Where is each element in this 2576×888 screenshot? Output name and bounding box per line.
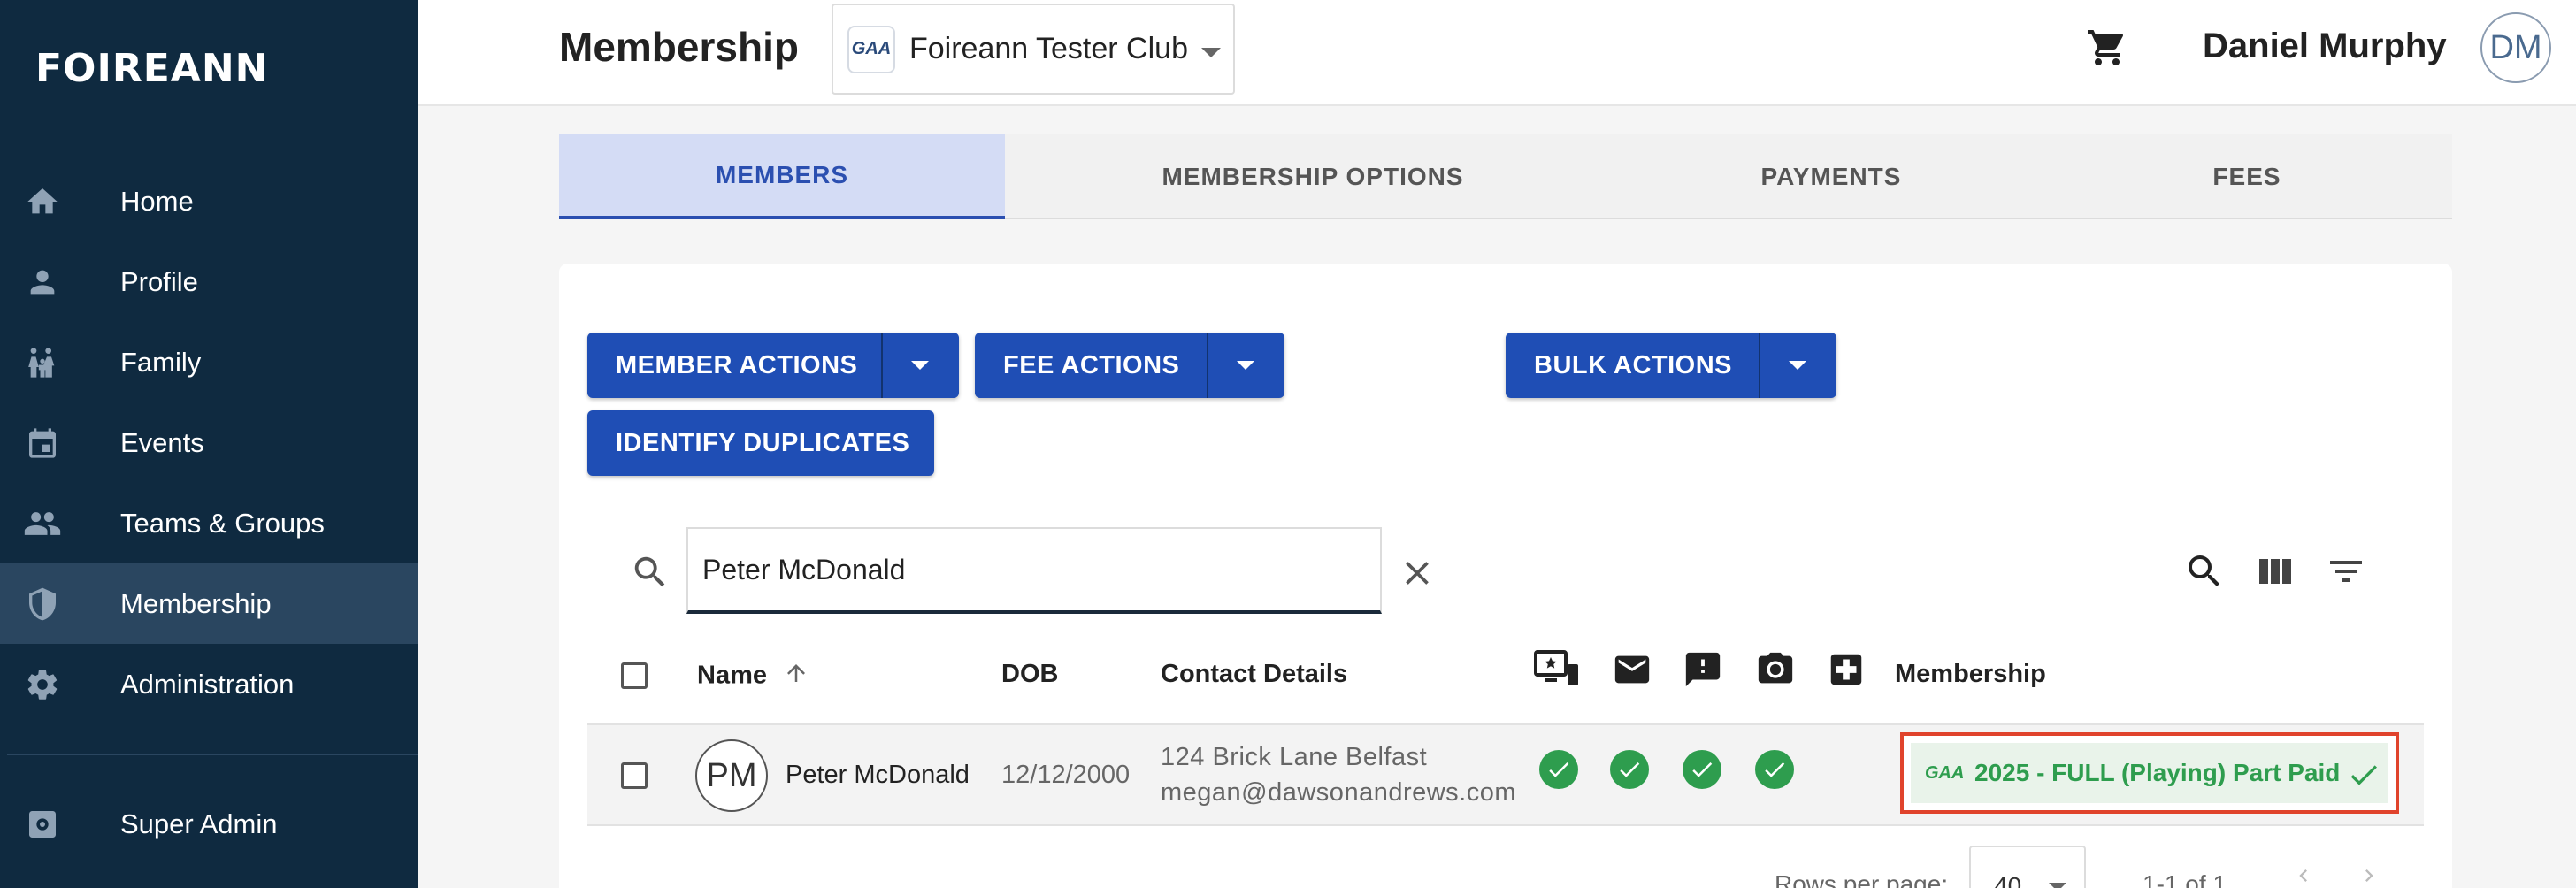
identify-duplicates-label: IDENTIFY DUPLICATES [616, 428, 910, 457]
check-circle-icon [1539, 750, 1578, 789]
button-separator [1759, 333, 1760, 398]
column-header-name[interactable]: Name [697, 660, 809, 693]
chevron-left-icon[interactable] [2291, 863, 2316, 888]
sidebar-item-label: Home [120, 185, 194, 217]
column-header-membership[interactable]: Membership [1895, 660, 2046, 689]
home-icon [23, 182, 62, 221]
sidebar-item-membership[interactable]: Membership [0, 563, 418, 644]
tab-payments[interactable]: PAYMENTS [1621, 134, 2042, 219]
top-bar: Membership GAA Foireann Tester Club Dani… [418, 0, 2576, 106]
button-separator [1207, 333, 1208, 398]
tab-fees[interactable]: FEES [2042, 134, 2452, 219]
fee-actions-label: FEE ACTIONS [1003, 350, 1180, 379]
cart-icon[interactable] [2086, 27, 2128, 73]
person-icon [23, 263, 62, 302]
sidebar-item-administration[interactable]: Administration [0, 644, 418, 724]
sidebar-item-profile[interactable]: Profile [0, 241, 418, 322]
gaa-logo-icon: GAA [1925, 762, 1965, 783]
rows-per-page-select[interactable]: 40 [1969, 846, 2086, 888]
sidebar-item-label: Profile [120, 265, 198, 297]
member-dob: 12/12/2000 [1001, 761, 1131, 789]
columns-icon[interactable] [2254, 550, 2296, 597]
sidebar-item-super-admin[interactable]: Super Admin [0, 784, 418, 864]
club-name: Foireann Tester Club [909, 32, 1188, 65]
sidebar-item-label: Super Admin [120, 808, 278, 839]
gear-icon [23, 665, 62, 704]
shield-icon [23, 585, 62, 624]
foireann-logo[interactable]: FOIREANN [35, 46, 268, 91]
bulk-actions-button[interactable]: BULK ACTIONS [1506, 333, 1836, 398]
member-address: 124 Brick Lane Belfast [1161, 743, 1428, 771]
chevron-down-icon[interactable] [1789, 361, 1806, 370]
email-icon [1612, 649, 1652, 694]
identify-duplicates-button[interactable]: IDENTIFY DUPLICATES [587, 410, 934, 476]
tab-members[interactable]: MEMBERS [559, 134, 1005, 219]
chevron-down-icon [2049, 883, 2066, 888]
sidebar-item-teams-groups[interactable]: Teams & Groups [0, 483, 418, 563]
user-name[interactable]: Daniel Murphy [2203, 27, 2447, 66]
membership-chip: GAA 2025 - FULL (Playing) Part Paid [1911, 743, 2388, 803]
chevron-right-icon[interactable] [2357, 863, 2381, 888]
sidebar-item-events[interactable]: Events [0, 402, 418, 483]
button-separator [881, 333, 883, 398]
online-services-icon [1534, 649, 1580, 694]
club-selector[interactable]: GAA Foireann Tester Club [832, 4, 1235, 95]
sort-ascending-icon[interactable] [783, 660, 809, 693]
check-icon [2346, 757, 2381, 797]
page-title: Membership [559, 24, 799, 70]
search-icon [630, 552, 671, 597]
sidebar-item-label: Membership [120, 587, 272, 619]
sidebar-item-family[interactable]: Family [0, 322, 418, 402]
fee-actions-button[interactable]: FEE ACTIONS [975, 333, 1284, 398]
chevron-down-icon [1201, 48, 1221, 57]
avatar[interactable]: DM [2480, 12, 2551, 83]
close-icon[interactable] [1398, 554, 1437, 597]
rows-per-page-value: 40 [1994, 872, 2022, 888]
feedback-icon [1683, 649, 1723, 694]
member-email: megan@dawsonandrews.com [1161, 778, 1517, 807]
membership-tabs: MEMBERS MEMBERSHIP OPTIONS PAYMENTS FEES [559, 134, 2452, 219]
column-header-label: Name [697, 661, 767, 690]
sidebar-item-label: Events [120, 426, 204, 458]
sidebar-item-label: Administration [120, 668, 295, 700]
sidebar-item-label: Family [120, 346, 202, 378]
chevron-down-icon[interactable] [911, 361, 929, 370]
bulk-actions-label: BULK ACTIONS [1534, 350, 1733, 379]
club-logo: GAA [847, 25, 895, 73]
column-header-contact[interactable]: Contact Details [1161, 660, 1347, 689]
member-name[interactable]: Peter McDonald [786, 761, 970, 790]
check-circle-icon [1610, 750, 1649, 789]
search-input[interactable]: Peter McDonald [686, 527, 1382, 614]
avatar: PM [695, 739, 768, 812]
sidebar-nav: Home Profile Family Events Teams & Group… [0, 161, 418, 724]
check-circle-icon [1755, 750, 1794, 789]
sidebar: FOIREANN Home Profile Family Events Team… [0, 0, 418, 888]
chevron-down-icon[interactable] [1237, 361, 1254, 370]
column-header-dob[interactable]: DOB [1001, 660, 1058, 689]
sidebar-divider [7, 754, 418, 755]
membership-status-text: 2025 - FULL (Playing) Part Paid [1974, 759, 2341, 786]
membership-status-badge[interactable]: GAA 2025 - FULL (Playing) Part Paid [1900, 732, 2399, 814]
rows-per-page-label: Rows per page: [1775, 870, 1949, 888]
pagination-range: 1-1 of 1 [2143, 870, 2227, 888]
row-checkbox[interactable] [621, 762, 648, 789]
check-circle-icon [1683, 750, 1721, 789]
member-actions-label: MEMBER ACTIONS [616, 350, 858, 379]
admin-gear-icon [23, 805, 62, 844]
search-toolbar-icon[interactable] [2183, 550, 2226, 597]
calendar-icon [23, 424, 62, 463]
member-actions-button[interactable]: MEMBER ACTIONS [587, 333, 959, 398]
family-icon [23, 343, 62, 382]
tab-membership-options[interactable]: MEMBERSHIP OPTIONS [1005, 134, 1621, 219]
camera-icon [1755, 649, 1796, 694]
group-icon [23, 504, 62, 543]
medical-icon [1826, 649, 1867, 694]
filter-icon[interactable] [2325, 550, 2367, 597]
select-all-checkbox[interactable] [621, 662, 648, 689]
sidebar-item-home[interactable]: Home [0, 161, 418, 241]
sidebar-super-admin: Super Admin [0, 784, 418, 864]
sidebar-item-label: Teams & Groups [120, 507, 325, 539]
